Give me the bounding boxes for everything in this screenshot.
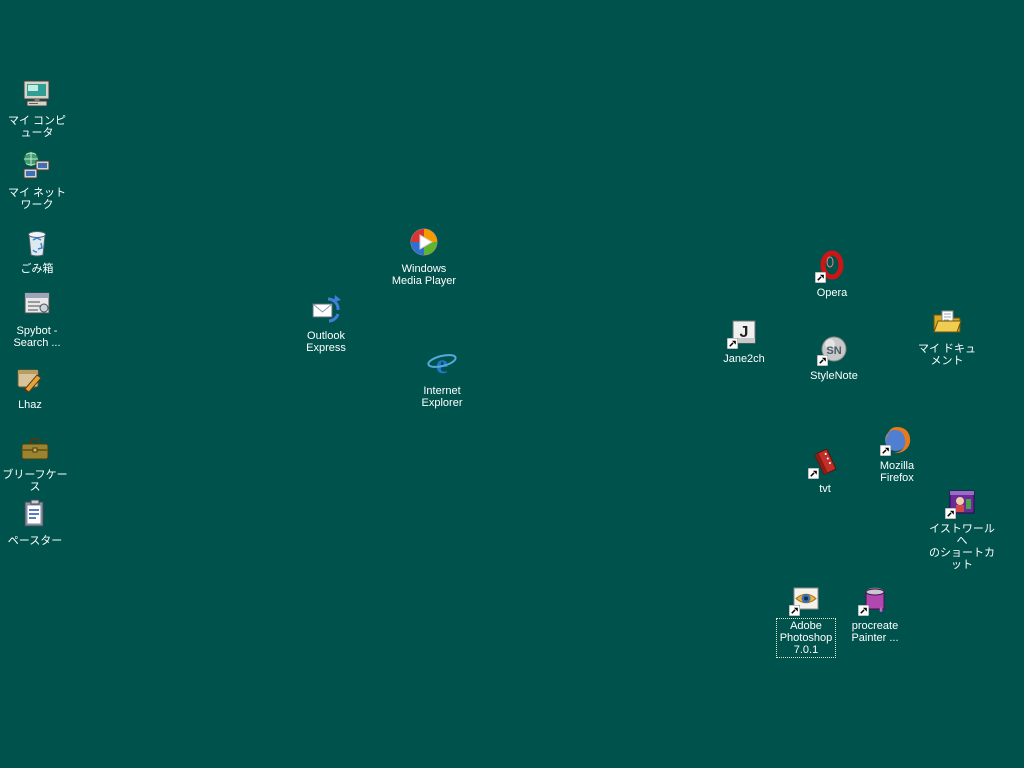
icon-label: マイ ネットワーク xyxy=(7,187,67,211)
icon-label: procreate Painter ... xyxy=(851,620,899,644)
icon-label: イストワールへ のショートカット xyxy=(929,523,995,571)
icon-label: Opera xyxy=(816,287,848,299)
outlook-express-icon xyxy=(310,293,342,325)
shortcut-arrow-icon xyxy=(808,468,819,479)
desktop-icon-firefox[interactable]: Mozilla Firefox xyxy=(859,423,935,486)
desktop-icon-lhaz[interactable]: Lhaz xyxy=(0,362,68,413)
desktop: マイ コンピュータ マイ ネットワーク ごみ箱 Spybot - Search … xyxy=(0,0,1024,768)
spybot-icon xyxy=(21,288,53,320)
desktop-icon-tvt[interactable]: tvt xyxy=(787,446,863,497)
shortcut-arrow-icon xyxy=(945,508,956,519)
icon-label: ペースター xyxy=(7,535,63,547)
desktop-icon-recycle-bin[interactable]: ごみ箱 xyxy=(0,226,75,277)
icon-label: Outlook Express xyxy=(306,330,346,354)
desktop-icon-windows-media-player[interactable]: Windows Media Player xyxy=(386,226,462,289)
desktop-icon-photoshop[interactable]: Adobe Photoshop 7.0.1 xyxy=(768,583,844,658)
icon-label: Internet Explorer xyxy=(421,385,463,409)
internet-explorer-icon: e xyxy=(426,348,458,380)
painter-icon xyxy=(858,583,891,616)
svg-text:SN: SN xyxy=(826,345,841,357)
shortcut-arrow-icon xyxy=(880,445,891,456)
shortcut-arrow-icon xyxy=(858,605,869,616)
icon-label: Adobe Photoshop 7.0.1 xyxy=(775,618,837,658)
icon-label: Spybot - Search ... xyxy=(13,325,61,349)
shortcut-arrow-icon xyxy=(815,272,826,283)
icon-label: Jane2ch xyxy=(723,353,765,365)
briefcase-icon xyxy=(19,432,51,464)
my-documents-icon xyxy=(931,306,963,338)
desktop-icon-my-computer[interactable]: マイ コンピュータ xyxy=(0,78,75,141)
istoire-game-icon xyxy=(945,486,978,519)
icon-label: StyleNote xyxy=(810,370,858,382)
my-computer-icon xyxy=(21,78,53,110)
tvt-icon xyxy=(808,446,841,479)
opera-icon xyxy=(815,250,848,283)
desktop-icon-paster[interactable]: ペースター xyxy=(0,498,73,549)
desktop-icon-istoire-shortcut[interactable]: イストワールへ のショートカット xyxy=(924,486,1000,573)
windows-media-player-icon xyxy=(408,226,440,258)
paster-icon xyxy=(19,498,51,530)
firefox-icon xyxy=(880,423,913,456)
icon-label: ごみ箱 xyxy=(20,263,54,275)
recycle-bin-icon xyxy=(21,226,53,258)
jane2ch-icon: J xyxy=(727,316,760,349)
desktop-icon-my-documents[interactable]: マイ ドキュメント xyxy=(909,306,985,369)
photoshop-icon xyxy=(789,583,822,616)
desktop-icon-internet-explorer[interactable]: e Internet Explorer xyxy=(404,348,480,411)
icon-label: ブリーフケース xyxy=(2,469,68,493)
stylenote-icon: SN xyxy=(817,333,850,366)
desktop-icon-spybot[interactable]: Spybot - Search ... xyxy=(0,288,75,351)
icon-label: マイ ドキュメント xyxy=(917,343,977,367)
desktop-icon-stylenote[interactable]: SN StyleNote xyxy=(796,333,872,384)
desktop-icon-my-network[interactable]: マイ ネットワーク xyxy=(0,150,75,213)
shortcut-arrow-icon xyxy=(789,605,800,616)
desktop-icon-painter[interactable]: procreate Painter ... xyxy=(837,583,913,646)
lhaz-icon xyxy=(14,362,46,394)
desktop-icon-outlook-express[interactable]: Outlook Express xyxy=(288,293,364,356)
desktop-icon-briefcase[interactable]: ブリーフケース xyxy=(0,432,73,495)
desktop-icon-jane2ch[interactable]: J Jane2ch xyxy=(706,316,782,367)
desktop-icon-opera[interactable]: Opera xyxy=(794,250,870,301)
shortcut-arrow-icon xyxy=(817,355,828,366)
shortcut-arrow-icon xyxy=(727,338,738,349)
icon-label: Windows Media Player xyxy=(391,263,457,287)
icon-label: マイ コンピュータ xyxy=(7,115,67,139)
icon-label: Mozilla Firefox xyxy=(879,460,915,484)
svg-text:J: J xyxy=(740,324,749,341)
icon-label: Lhaz xyxy=(18,399,42,411)
icon-label: tvt xyxy=(819,483,831,495)
my-network-icon xyxy=(21,150,53,182)
